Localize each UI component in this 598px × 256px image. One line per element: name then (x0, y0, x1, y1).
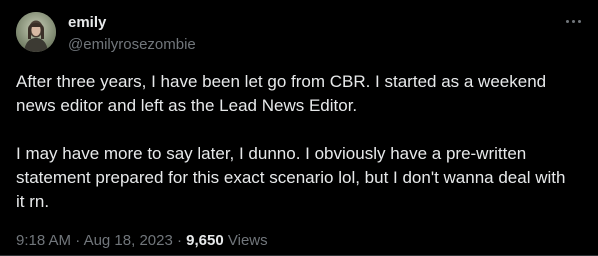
more-options-icon (565, 19, 581, 23)
tweet-text: After three years, I have been let go fr… (16, 70, 576, 214)
tweet-timestamp[interactable]: 9:18 AM · Aug 18, 2023 (16, 232, 173, 249)
views-count: 9,650 (186, 232, 224, 249)
meta-separator: · (75, 232, 81, 249)
meta-separator: · (176, 232, 182, 249)
tweet-paragraph: I may have more to say later, I dunno. I… (16, 144, 566, 211)
more-options-button[interactable] (560, 10, 586, 32)
tweet-time: 9:18 AM (16, 232, 72, 249)
tweet-paragraph: After three years, I have been let go fr… (16, 72, 547, 115)
tweet-date: Aug 18, 2023 (83, 232, 173, 249)
user-avatar-icon (16, 12, 56, 52)
views-label: Views (227, 232, 268, 249)
author-handle[interactable]: @emilyrosezombie (68, 35, 196, 54)
tweet-metadata: 9:18 AM · Aug 18, 2023 · 9,650 Views (16, 231, 268, 251)
author-display-name[interactable]: emily (68, 13, 196, 32)
avatar[interactable] (16, 12, 56, 52)
tweet-card: emily @emilyrosezombie After three years… (0, 0, 598, 256)
author-identity: emily @emilyrosezombie (68, 13, 196, 54)
